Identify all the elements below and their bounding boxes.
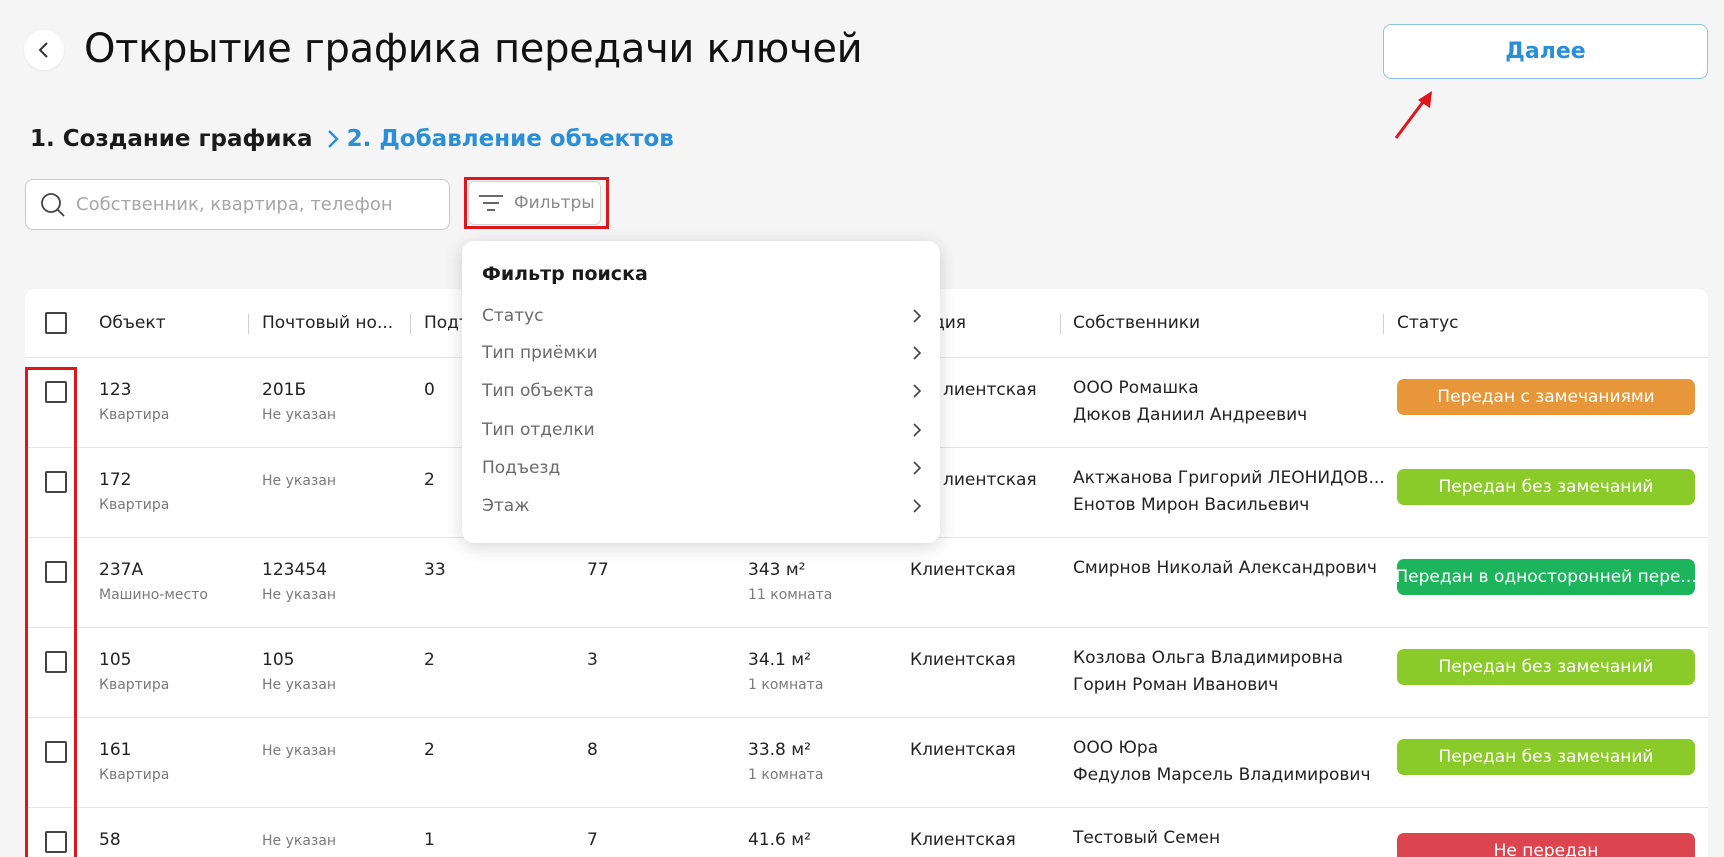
filter-option-floor[interactable]: Этаж bbox=[482, 491, 922, 521]
filter-button-label: Фильтры bbox=[514, 193, 595, 213]
status-badge: Передан без замечаний bbox=[1397, 649, 1695, 685]
entrance-cell: 33 bbox=[424, 560, 446, 580]
annotation-arrow-icon bbox=[1394, 91, 1432, 139]
area-cell: 33.8 м² 1 комната bbox=[748, 740, 824, 783]
postal-cell: 105 Не указан bbox=[262, 650, 337, 693]
floor-cell: 77 bbox=[587, 560, 609, 580]
chevron-right-icon bbox=[913, 346, 922, 360]
column-header-owners[interactable]: Собственники bbox=[1073, 313, 1200, 333]
filter-option-object-type[interactable]: Тип объекта bbox=[482, 376, 922, 406]
object-cell: 105 Квартира bbox=[99, 650, 170, 693]
chevron-right-icon bbox=[913, 309, 922, 323]
back-button[interactable] bbox=[24, 30, 64, 70]
stage-cell: лиентская bbox=[943, 470, 1037, 490]
column-divider bbox=[1060, 314, 1061, 334]
postal-cell: Не указан bbox=[262, 833, 337, 849]
owners-cell: Козлова Ольга Владимировна Горин Роман Ив… bbox=[1073, 648, 1343, 695]
next-button[interactable]: Далее bbox=[1383, 24, 1708, 79]
filter-option-finish-type[interactable]: Тип отделки bbox=[482, 415, 922, 445]
status-badge: Передан в односторонней пере... bbox=[1397, 559, 1695, 595]
status-badge: Передан с замечаниями bbox=[1397, 379, 1695, 415]
status-badge: Передан без замечаний bbox=[1397, 739, 1695, 775]
floor-cell: 8 bbox=[587, 740, 598, 760]
status-badge: Передан без замечаний bbox=[1397, 469, 1695, 505]
column-divider bbox=[1383, 314, 1384, 334]
owners-cell: ООО Ромашка Дюков Даниил Андреевич bbox=[1073, 378, 1308, 425]
search-input[interactable] bbox=[76, 194, 426, 215]
floor-cell: 7 bbox=[587, 830, 598, 850]
floor-cell: 3 bbox=[587, 650, 598, 670]
object-cell: 237А Машино-место bbox=[99, 560, 208, 603]
entrance-cell: 1 bbox=[424, 830, 435, 850]
stage-cell: Клиентская bbox=[910, 830, 1016, 850]
area-cell: 41.6 м² bbox=[748, 830, 811, 850]
entrance-cell: 2 bbox=[424, 470, 435, 490]
object-cell: 123 Квартира bbox=[99, 380, 170, 423]
filter-option-status[interactable]: Статус bbox=[482, 301, 922, 331]
filter-option-acceptance-type[interactable]: Тип приёмки bbox=[482, 338, 922, 368]
object-cell: 161 Квартира bbox=[99, 740, 170, 783]
entrance-cell: 0 bbox=[424, 380, 435, 400]
stage-cell: лиентская bbox=[943, 380, 1037, 400]
chevron-right-icon bbox=[913, 384, 922, 398]
chevron-right-icon bbox=[327, 129, 339, 149]
select-all-checkbox[interactable] bbox=[45, 312, 67, 334]
owners-cell: Актжанова Григорий ЛЕОНИДОВ... Енотов Мир… bbox=[1073, 468, 1385, 515]
filter-dropdown-title: Фильтр поиска bbox=[482, 263, 648, 285]
table-row[interactable]: 58 Не указан 1 7 41.6 м² Клиентская Тест… bbox=[25, 808, 1708, 857]
search-box bbox=[25, 179, 450, 230]
annotation-highlight-checkboxes bbox=[25, 367, 77, 857]
object-cell: 58 bbox=[99, 830, 121, 850]
postal-cell: 123454 Не указан bbox=[262, 560, 337, 603]
status-badge: Не передан bbox=[1397, 833, 1695, 857]
filter-button[interactable]: Фильтры bbox=[468, 181, 601, 225]
stage-cell: Клиентская bbox=[910, 740, 1016, 760]
search-icon bbox=[41, 192, 65, 217]
breadcrumb-step-1[interactable]: 1. Создание графика bbox=[30, 126, 313, 152]
filter-option-entrance[interactable]: Подъезд bbox=[482, 453, 922, 483]
table-row[interactable]: 105 Квартира 105 Не указан 2 3 34.1 м² 1 ко… bbox=[25, 628, 1708, 718]
stage-cell: Клиентская bbox=[910, 560, 1016, 580]
filter-dropdown: Фильтр поиска Статус Тип приёмки Тип объ… bbox=[462, 241, 940, 543]
column-divider bbox=[248, 314, 249, 334]
area-cell: 34.1 м² 1 комната bbox=[748, 650, 824, 693]
breadcrumb: 1. Создание графика 2. Добавление объект… bbox=[30, 126, 674, 152]
entrance-cell: 2 bbox=[424, 650, 435, 670]
page-title: Открытие графика передачи ключей bbox=[84, 26, 863, 72]
owners-cell: Смирнов Николай Александрович bbox=[1073, 558, 1377, 578]
postal-cell: Не указан bbox=[262, 743, 337, 759]
chevron-right-icon bbox=[913, 461, 922, 475]
column-header-status[interactable]: Статус bbox=[1397, 313, 1459, 333]
chevron-right-icon bbox=[913, 423, 922, 437]
filter-icon bbox=[479, 195, 503, 211]
postal-cell: 201Б Не указан bbox=[262, 380, 337, 423]
breadcrumb-step-2: 2. Добавление объектов bbox=[346, 126, 674, 152]
entrance-cell: 2 bbox=[424, 740, 435, 760]
chevron-left-icon bbox=[38, 42, 48, 58]
column-divider bbox=[410, 314, 411, 334]
column-header-object[interactable]: Объект bbox=[99, 313, 166, 333]
chevron-right-icon bbox=[913, 499, 922, 513]
table-row[interactable]: 237А Машино-место 123454 Не указан 33 77 3… bbox=[25, 538, 1708, 628]
owners-cell: Тестовый Семен bbox=[1073, 828, 1221, 848]
table-row[interactable]: 161 Квартира Не указан 2 8 33.8 м² 1 комна… bbox=[25, 718, 1708, 808]
owners-cell: ООО Юра Федулов Марсель Владимирович bbox=[1073, 738, 1371, 785]
object-cell: 172 Квартира bbox=[99, 470, 170, 513]
postal-cell: Не указан bbox=[262, 473, 337, 489]
column-header-postal[interactable]: Почтовый но... bbox=[262, 313, 393, 333]
area-cell: 343 м² 11 комната bbox=[748, 560, 833, 603]
stage-cell: Клиентская bbox=[910, 650, 1016, 670]
